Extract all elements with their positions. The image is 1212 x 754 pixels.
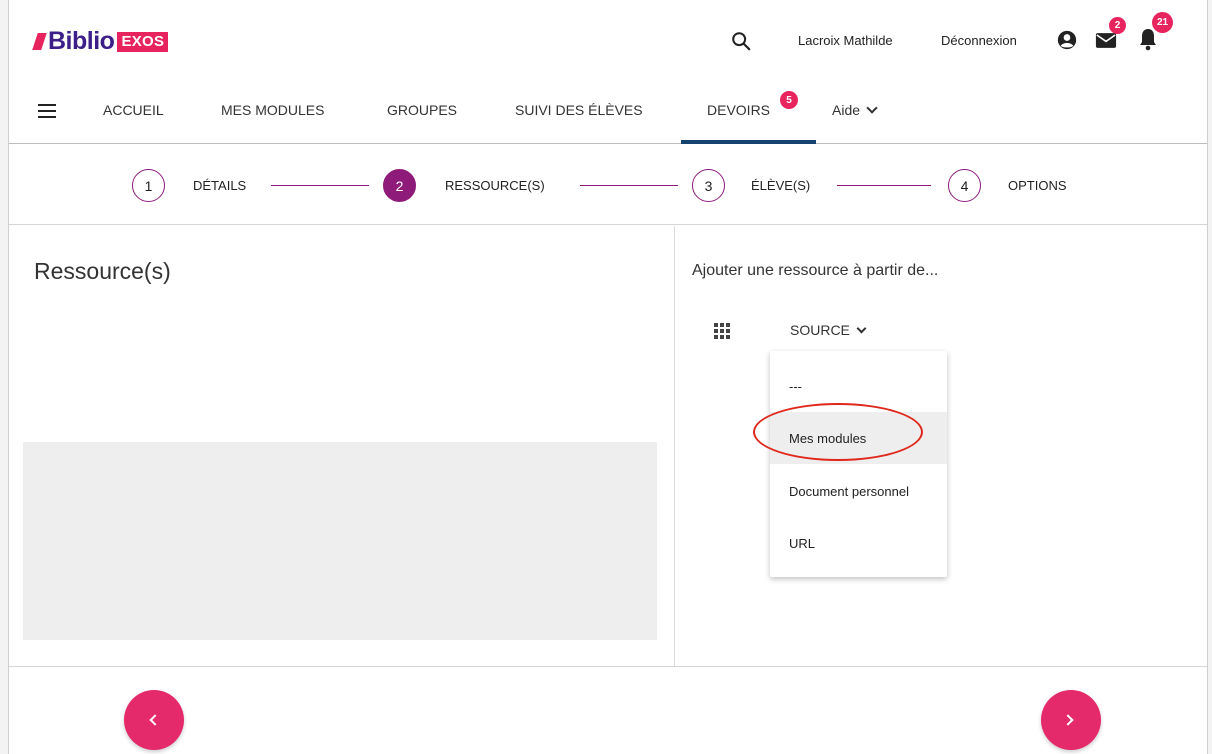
dropdown-option-url[interactable]: URL: [770, 517, 947, 569]
add-resource-label: Ajouter une ressource à partir de...: [692, 262, 939, 279]
logo-badge: EXOS: [117, 31, 169, 52]
resources-placeholder: [23, 442, 657, 640]
step-3-label[interactable]: ÉLÈVE(S): [751, 178, 810, 193]
step-connector: [580, 185, 678, 186]
source-label: SOURCE: [790, 322, 850, 338]
dropdown-option-none[interactable]: ---: [770, 360, 947, 412]
chevron-down-icon: [866, 102, 878, 114]
nav-item-accueil[interactable]: ACCUEIL: [103, 102, 164, 118]
devoirs-count-badge: 5: [780, 91, 798, 109]
chevron-down-icon: [856, 323, 867, 334]
account-icon[interactable]: [1057, 30, 1077, 50]
step-2-circle[interactable]: 2: [383, 169, 416, 202]
logo[interactable]: Biblio EXOS: [32, 27, 169, 56]
panel-divider: [674, 226, 675, 666]
footer: [9, 666, 1207, 754]
notification-count-badge: 21: [1152, 12, 1173, 33]
step-connector: [837, 185, 931, 186]
nav-item-mes-modules[interactable]: MES MODULES: [221, 102, 324, 118]
chevron-left-icon: [149, 714, 161, 726]
user-name[interactable]: Lacroix Mathilde: [798, 33, 893, 48]
nav-active-indicator: [681, 140, 816, 144]
step-connector: [271, 185, 369, 186]
next-button[interactable]: [1041, 690, 1101, 750]
mail-count-badge: 2: [1109, 17, 1126, 34]
aide-label: Aide: [832, 102, 861, 118]
logo-text: Biblio: [48, 27, 115, 55]
step-1-label[interactable]: DÉTAILS: [193, 178, 246, 193]
nav-item-devoirs[interactable]: DEVOIRS: [707, 102, 770, 118]
source-dropdown-menu: --- Mes modules Document personnel URL: [770, 351, 947, 577]
search-icon[interactable]: [730, 30, 752, 52]
dropdown-option-document-personnel[interactable]: Document personnel: [770, 465, 947, 517]
resources-title: Ressource(s): [34, 258, 171, 284]
step-4-circle[interactable]: 4: [948, 169, 981, 202]
menu-icon[interactable]: [38, 104, 56, 118]
nav-item-suivi-eleves[interactable]: SUIVI DES ÉLÈVES: [515, 102, 643, 118]
top-bar: Biblio EXOS Lacroix Mathilde Déconnexion…: [9, 0, 1207, 80]
dropdown-option-mes-modules[interactable]: Mes modules: [770, 412, 947, 464]
step-4-label[interactable]: OPTIONS: [1008, 178, 1067, 193]
stepper: 1 DÉTAILS 2 RESSOURCE(S) 3 ÉLÈVE(S) 4 OP…: [9, 145, 1207, 225]
nav-item-groupes[interactable]: GROUPES: [387, 102, 457, 118]
step-3-circle[interactable]: 3: [692, 169, 725, 202]
mail-icon[interactable]: [1095, 31, 1117, 50]
source-dropdown-button[interactable]: SOURCE: [790, 322, 867, 338]
main-nav: ACCUEIL MES MODULES GROUPES SUIVI DES ÉL…: [9, 80, 1207, 144]
step-2-label[interactable]: RESSOURCE(S): [445, 178, 545, 193]
apps-grid-icon: [714, 323, 730, 339]
chevron-right-icon: [1062, 714, 1074, 726]
nav-item-aide[interactable]: Aide: [832, 102, 878, 118]
logo-slash-mark: [32, 33, 47, 50]
app-frame: Biblio EXOS Lacroix Mathilde Déconnexion…: [8, 0, 1208, 754]
logout-link[interactable]: Déconnexion: [941, 33, 1017, 48]
previous-button[interactable]: [124, 690, 184, 750]
step-1-circle[interactable]: 1: [132, 169, 165, 202]
